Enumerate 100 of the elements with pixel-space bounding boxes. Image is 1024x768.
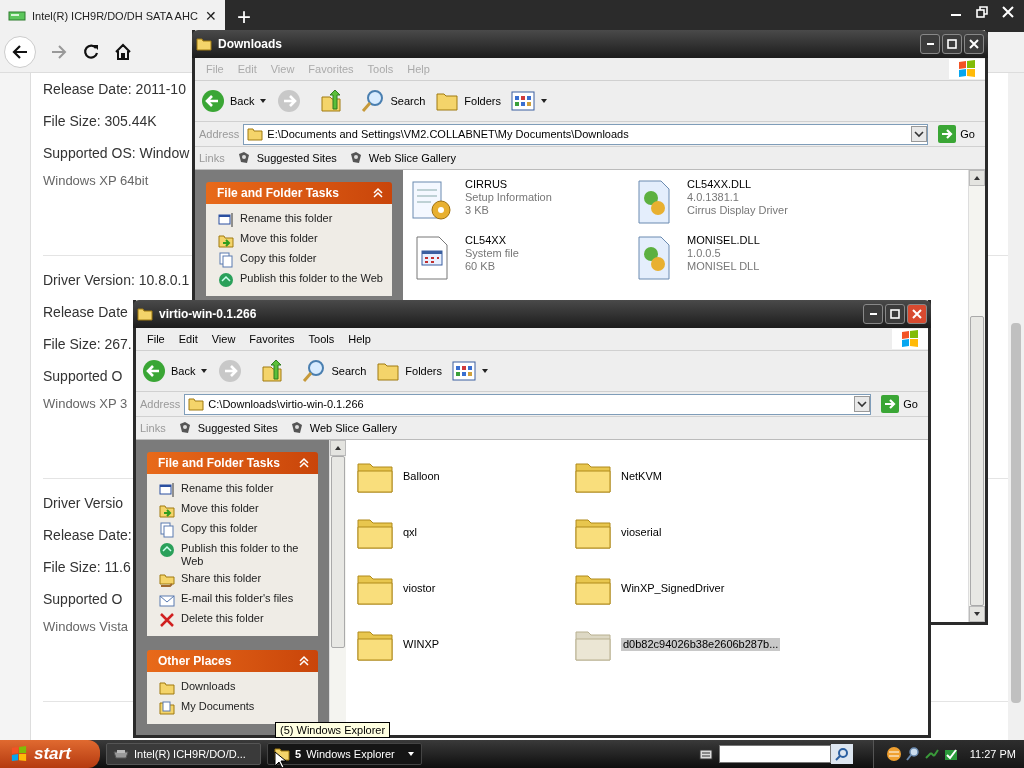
scrollbar[interactable]	[968, 170, 985, 622]
folder-item[interactable]: NetKVM	[573, 448, 791, 504]
views-button[interactable]	[452, 361, 489, 381]
folder-hand-icon	[159, 572, 175, 588]
scroll-down-icon[interactable]	[974, 612, 980, 616]
folder-up-icon[interactable]	[319, 89, 344, 113]
search-icon	[834, 747, 849, 761]
new-tab-button[interactable]: +	[237, 5, 251, 29]
task-link[interactable]: Rename this folder	[218, 212, 384, 228]
search-button[interactable]	[830, 744, 853, 764]
folder-up-icon[interactable]	[260, 359, 285, 383]
scroll-up-icon[interactable]	[974, 176, 980, 180]
task-link[interactable]: Downloads	[159, 680, 310, 696]
panel-header[interactable]: Other Places	[147, 650, 318, 672]
search-button[interactable]: Search	[361, 89, 426, 113]
menu-item[interactable]: Favorites	[242, 333, 302, 345]
task-link[interactable]: Publish this folder to the Web	[218, 272, 384, 288]
folder-item[interactable]: Balloon	[355, 448, 573, 504]
folder-item[interactable]: WINXP	[355, 616, 573, 672]
panel-title: Other Places	[158, 654, 232, 668]
task-link[interactable]: Delete this folder	[159, 612, 310, 628]
close-button[interactable]	[907, 304, 927, 324]
folder-item[interactable]: qxl	[355, 504, 573, 560]
task-link[interactable]: Rename this folder	[159, 482, 310, 498]
taskbar-button[interactable]: 5 Windows Explorer	[267, 743, 422, 765]
folder-item[interactable]: viostor	[355, 560, 573, 616]
file-detail: 3 KB	[465, 204, 490, 217]
reload-icon[interactable]	[82, 43, 100, 61]
ball-icon[interactable]	[885, 746, 902, 762]
taskbar-button[interactable]: Intel(R) ICH9R/DO/D...	[106, 743, 261, 765]
menu-item[interactable]: File	[140, 333, 172, 345]
scrollbar[interactable]	[1008, 73, 1024, 740]
task-link[interactable]: Copy this folder	[159, 522, 310, 538]
task-link[interactable]: My Documents	[159, 700, 310, 716]
link[interactable]: Web Slice Gallery	[289, 421, 398, 435]
task-link[interactable]: Copy this folder	[218, 252, 384, 268]
keyboard-icon[interactable]	[698, 748, 713, 760]
menu-item[interactable]: View	[204, 333, 243, 345]
back-button[interactable]: Back	[142, 359, 209, 383]
file-name: WinXP_SignedDriver	[621, 581, 725, 595]
scroll-up-icon[interactable]	[335, 446, 341, 450]
flag-logo-icon	[949, 59, 985, 79]
file-name: d0b82c94026b38e2606b287b...	[621, 637, 781, 651]
driver-detail: Supported O	[43, 590, 123, 609]
task-link[interactable]: E-mail this folder's files	[159, 592, 310, 608]
close-button[interactable]	[964, 34, 984, 54]
back-button[interactable]	[4, 36, 36, 68]
globe-icon	[159, 542, 175, 558]
menu-item[interactable]: Help	[341, 333, 378, 345]
document-item[interactable]: CL54XX.DLL 4.0.1381.1 Cirrus Display Driver	[631, 178, 853, 234]
maximize-button[interactable]	[942, 34, 962, 54]
folders-button[interactable]: Folders	[376, 360, 442, 382]
address-field[interactable]: C:\Downloads\virtio-win-0.1.266	[184, 393, 872, 415]
collapse-icon[interactable]	[298, 457, 310, 469]
menu-item[interactable]: Edit	[171, 333, 205, 345]
folder-item[interactable]: vioserial	[573, 504, 791, 560]
task-link[interactable]: Share this folder	[159, 572, 310, 588]
collapse-icon[interactable]	[372, 187, 384, 199]
documents-folder-icon	[159, 700, 175, 716]
panel-header[interactable]: File and Folder Tasks	[147, 452, 318, 474]
search-icon	[302, 359, 327, 383]
folder-item[interactable]: d0b82c94026b38e2606b287b...	[573, 616, 791, 672]
document-item[interactable]: MONISEL.DLL 1.0.0.5 MONISEL DLL	[631, 234, 853, 290]
address-field[interactable]: E:\Documents and Settings\VM2.COLLABNET\My Documents\Downloads	[243, 123, 929, 145]
maximize-button[interactable]	[885, 304, 905, 324]
folder-icon	[188, 397, 205, 411]
task-link[interactable]: Move this folder	[218, 232, 384, 248]
home-icon[interactable]	[114, 43, 132, 61]
folder-item[interactable]: WinXP_SignedDriver	[573, 560, 791, 616]
menu-item[interactable]: Tools	[301, 333, 342, 345]
collapse-icon[interactable]	[298, 655, 310, 667]
link[interactable]: Web Slice Gallery	[348, 151, 457, 165]
search-icon[interactable]	[904, 746, 921, 762]
file-detail: Cirrus Display Driver	[687, 204, 788, 217]
minimize-button[interactable]	[863, 304, 883, 324]
minimize-button[interactable]	[920, 34, 940, 54]
link[interactable]: Suggested Sites	[236, 151, 337, 165]
browser-tab[interactable]: Intel(R) ICH9R/DO/DH SATA AHC ✕	[0, 0, 225, 32]
file-name: vioserial	[621, 525, 662, 539]
search-field[interactable]	[718, 745, 831, 763]
search-button[interactable]: Search	[302, 359, 367, 383]
tab-title: Intel(R) ICH9R/DO/DH SATA AHC	[32, 10, 199, 22]
panel-header[interactable]: File and Folder Tasks	[206, 182, 392, 204]
document-item[interactable]: CIRRUS Setup Information 3 KB	[409, 178, 631, 234]
link[interactable]: Suggested Sites	[177, 421, 278, 435]
close-tab-button[interactable]: ✕	[205, 8, 217, 24]
folders-button[interactable]: Folders	[435, 90, 501, 112]
back-button[interactable]: Back	[201, 89, 268, 113]
task-link[interactable]: Move this folder	[159, 502, 310, 518]
window-title: virtio-win-0.1.266	[159, 307, 257, 321]
go-button[interactable]: Go	[932, 125, 981, 143]
document-item[interactable]: CL54XX System file 60 KB	[409, 234, 631, 290]
driver-detail: File Size: 267.	[43, 335, 132, 354]
go-button[interactable]: Go	[875, 395, 924, 413]
close-icon[interactable]	[1002, 6, 1014, 18]
start-button[interactable]: start	[0, 740, 100, 768]
restore-icon[interactable]	[976, 6, 988, 18]
address-text: C:\Downloads\virtio-win-0.1.266	[208, 398, 365, 410]
task-link[interactable]: Publish this folder to the Web	[159, 542, 310, 568]
views-button[interactable]	[511, 91, 548, 111]
